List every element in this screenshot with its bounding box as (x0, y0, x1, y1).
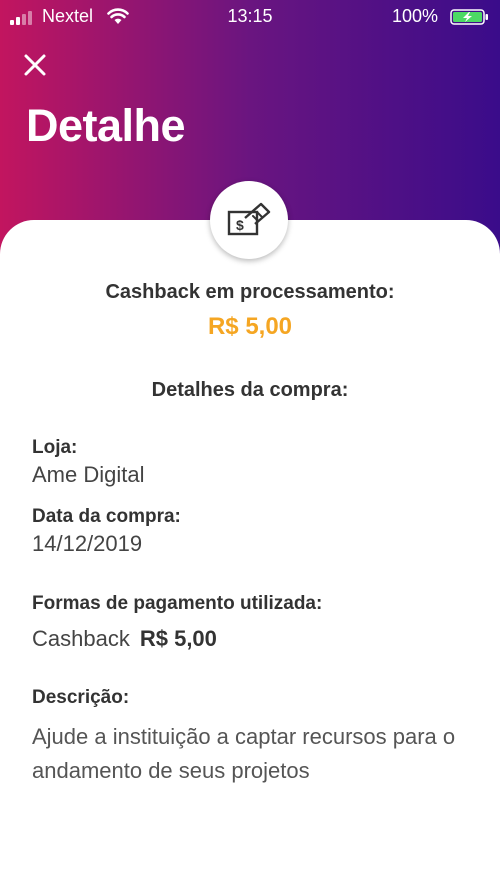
payment-methods-label: Formas de pagamento utilizada: (32, 593, 323, 614)
store-label: Loja: (32, 437, 78, 458)
page-title: Detalhe (26, 100, 186, 151)
battery-charging-icon (450, 9, 490, 25)
payment-method-amount: R$ 5,00 (139, 626, 217, 651)
cashback-badge: $ (210, 181, 288, 259)
close-button[interactable] (20, 50, 52, 82)
purchase-date-label: Data da compra: (32, 506, 181, 527)
purchase-date-value: 14/12/2019 (32, 531, 143, 556)
cashback-label: Cashback em processamento: (105, 281, 395, 303)
purchase-details-title: Detalhes da compra: (151, 379, 349, 401)
status-bar: Nextel 13:15 100% (0, 0, 500, 34)
store-value: Ame Digital (32, 462, 145, 487)
description-label: Descrição: (32, 687, 130, 708)
close-icon (24, 54, 46, 76)
battery-percent: 100% (391, 6, 438, 26)
payment-method-name: Cashback (32, 626, 130, 651)
cashback-value: R$ 5,00 (207, 313, 293, 340)
cashback-card-icon: $ (227, 202, 271, 236)
description-text: Ajude a instituição a captar recursos pa… (32, 724, 456, 783)
payment-method-row: Cashback R$ 5,00 (32, 626, 217, 652)
svg-text:$: $ (236, 217, 244, 233)
